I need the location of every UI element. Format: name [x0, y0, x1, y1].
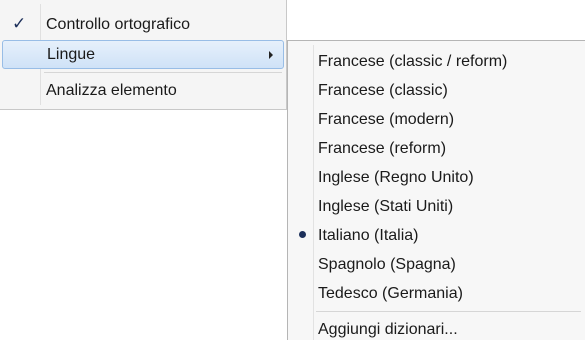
radio-bullet-icon [299, 231, 306, 238]
language-item[interactable]: Francese (modern) [290, 105, 583, 134]
language-label: Italiano (Italia) [318, 226, 419, 244]
language-item[interactable]: Francese (classic) [290, 76, 583, 105]
language-item[interactable]: Francese (reform) [290, 134, 583, 163]
language-label: Inglese (Regno Unito) [318, 168, 474, 186]
add-dictionaries-label: Aggiungi dizionari... [318, 320, 458, 338]
language-item-selected[interactable]: Italiano (Italia) [290, 221, 583, 250]
languages-submenu: Francese (classic / reform) Francese (cl… [287, 40, 585, 340]
menu-item-languages[interactable]: Lingue [2, 40, 284, 69]
menu-item-spellcheck[interactable]: ✓ Controllo ortografico [2, 10, 284, 39]
menu-separator [44, 72, 282, 73]
language-label: Francese (classic / reform) [318, 52, 508, 70]
check-icon: ✓ [12, 14, 27, 33]
menu-item-label: Lingue [47, 45, 96, 63]
language-item[interactable]: Inglese (Regno Unito) [290, 163, 583, 192]
menu-item-inspect-element[interactable]: Analizza elemento [2, 76, 284, 105]
language-label: Inglese (Stati Uniti) [318, 197, 454, 215]
language-item[interactable]: Spagnolo (Spagna) [290, 250, 583, 279]
menu-item-label: Analizza elemento [46, 81, 177, 99]
language-label: Francese (classic) [318, 81, 448, 99]
chevron-right-icon [269, 51, 273, 59]
language-label: Francese (reform) [318, 139, 447, 157]
menu-separator [316, 311, 581, 312]
language-item[interactable]: Tedesco (Germania) [290, 279, 583, 308]
language-label: Francese (modern) [318, 110, 455, 128]
language-label: Tedesco (Germania) [318, 284, 463, 302]
language-item[interactable]: Inglese (Stati Uniti) [290, 192, 583, 221]
language-label: Spagnolo (Spagna) [318, 255, 456, 273]
language-item[interactable]: Francese (classic / reform) [290, 47, 583, 76]
context-menu: ✓ Controllo ortografico Lingue Analizza … [0, 0, 287, 110]
menu-item-label: Controllo ortografico [46, 15, 191, 33]
